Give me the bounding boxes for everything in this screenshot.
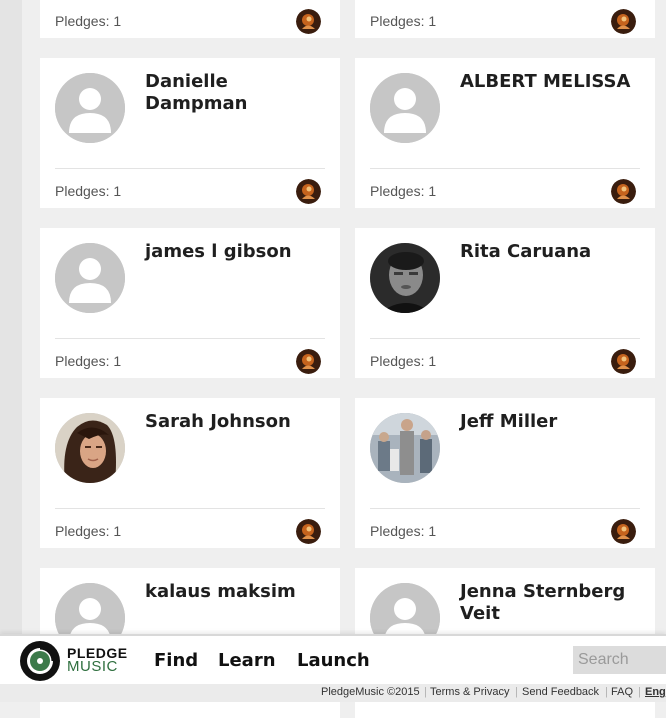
pledger-name[interactable]: Jenna Sternberg Veit bbox=[460, 581, 645, 625]
pledger-card[interactable]: Pledges: 1 bbox=[40, 0, 340, 38]
logo-line-music: MUSIC bbox=[67, 658, 118, 675]
pledger-name[interactable]: Jeff Miller bbox=[460, 411, 645, 433]
page-left-gutter bbox=[0, 0, 22, 702]
pledger-name[interactable]: Rita Caruana bbox=[460, 241, 645, 263]
project-thumbnail-icon[interactable] bbox=[296, 349, 321, 374]
pledger-card[interactable]: Danielle Dampman Pledges: 1 bbox=[40, 58, 340, 208]
pledger-card[interactable]: Rita Caruana Pledges: 1 bbox=[355, 228, 655, 378]
card-divider bbox=[370, 338, 640, 339]
bottom-nav-bar: PLEDGE MUSIC Find Learn Launch bbox=[0, 634, 666, 686]
search-input[interactable] bbox=[573, 646, 666, 674]
logo-wordmark[interactable]: PLEDGE MUSIC bbox=[67, 646, 128, 674]
footer-separator: | bbox=[424, 686, 427, 698]
card-divider bbox=[370, 508, 640, 509]
footer-faq-link[interactable]: FAQ bbox=[611, 686, 633, 698]
pledger-name[interactable]: james l gibson bbox=[145, 241, 330, 263]
card-divider bbox=[55, 508, 325, 509]
card-divider bbox=[55, 168, 325, 169]
footer-separator: | bbox=[638, 686, 641, 698]
footer-separator: | bbox=[515, 686, 518, 698]
card-divider bbox=[370, 168, 640, 169]
default-user-icon[interactable] bbox=[370, 73, 440, 143]
footer-copyright: PledgeMusic ©2015 bbox=[321, 686, 420, 698]
pledger-card[interactable]: ALBERT MELISSA Pledges: 1 bbox=[355, 58, 655, 208]
pledger-name[interactable]: kalaus maksim bbox=[145, 581, 330, 603]
project-thumbnail-icon[interactable] bbox=[611, 519, 636, 544]
project-thumbnail-icon[interactable] bbox=[611, 349, 636, 374]
user-photo-avatar[interactable] bbox=[370, 243, 440, 313]
pledge-count: Pledges: 1 bbox=[370, 183, 437, 199]
pledge-count: Pledges: 1 bbox=[370, 13, 437, 29]
pledger-name[interactable]: Sarah Johnson bbox=[145, 411, 330, 433]
project-thumbnail-icon[interactable] bbox=[611, 9, 636, 34]
nav-learn-link[interactable]: Learn bbox=[218, 650, 276, 671]
pledger-name[interactable]: Danielle Dampman bbox=[145, 71, 330, 115]
default-user-icon[interactable] bbox=[55, 243, 125, 313]
pledge-count: Pledges: 1 bbox=[370, 523, 437, 539]
pledger-name[interactable]: ALBERT MELISSA bbox=[460, 71, 645, 93]
footer-terms-link[interactable]: Terms & Privacy bbox=[430, 686, 509, 698]
nav-launch-link[interactable]: Launch bbox=[297, 650, 370, 671]
pledger-card[interactable]: Sarah Johnson Pledges: 1 bbox=[40, 398, 340, 548]
pledge-count: Pledges: 1 bbox=[55, 13, 122, 29]
project-thumbnail-icon[interactable] bbox=[296, 9, 321, 34]
pledge-count: Pledges: 1 bbox=[55, 353, 122, 369]
pledgemusic-logo-icon[interactable] bbox=[20, 641, 60, 681]
pledge-count: Pledges: 1 bbox=[370, 353, 437, 369]
default-user-icon[interactable] bbox=[55, 73, 125, 143]
user-photo-avatar[interactable] bbox=[55, 413, 125, 483]
footer-language-link[interactable]: Eng bbox=[645, 686, 666, 698]
pledger-card[interactable]: Pledges: 1 bbox=[355, 0, 655, 38]
footer-separator: | bbox=[605, 686, 608, 698]
pledge-count: Pledges: 1 bbox=[55, 183, 122, 199]
project-thumbnail-icon[interactable] bbox=[611, 179, 636, 204]
project-thumbnail-icon[interactable] bbox=[296, 519, 321, 544]
pledger-card[interactable]: james l gibson Pledges: 1 bbox=[40, 228, 340, 378]
pledge-count: Pledges: 1 bbox=[55, 523, 122, 539]
pledger-card[interactable]: Jeff Miller Pledges: 1 bbox=[355, 398, 655, 548]
project-thumbnail-icon[interactable] bbox=[296, 179, 321, 204]
card-divider bbox=[55, 338, 325, 339]
nav-find-link[interactable]: Find bbox=[154, 650, 198, 671]
user-photo-avatar[interactable] bbox=[370, 413, 440, 483]
page-footer: PledgeMusic ©2015 | Terms & Privacy | Se… bbox=[0, 684, 666, 702]
footer-feedback-link[interactable]: Send Feedback bbox=[522, 686, 599, 698]
